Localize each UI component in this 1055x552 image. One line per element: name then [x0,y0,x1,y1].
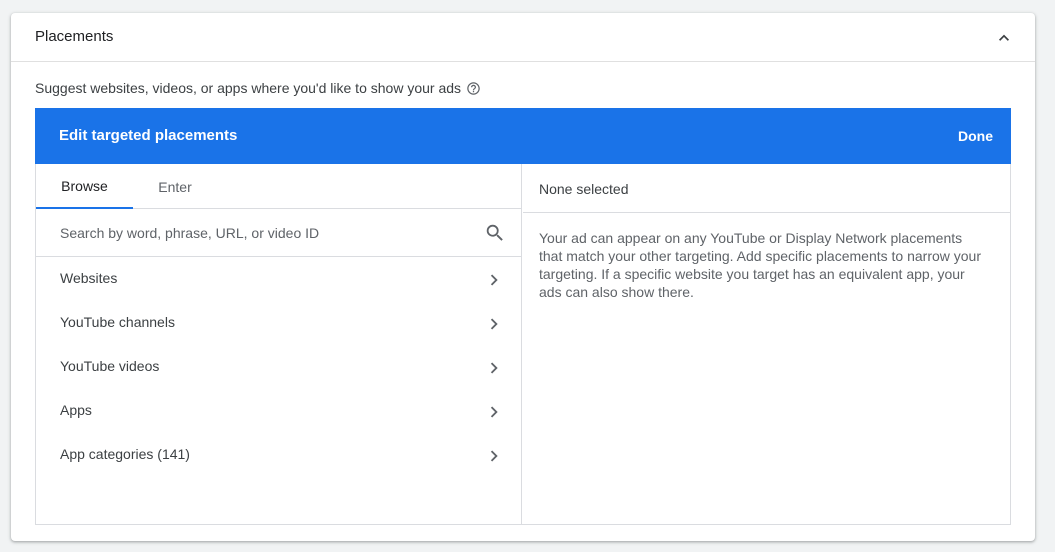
chevron-up-icon [999,34,1009,41]
category-label: YouTube channels [60,314,175,330]
selection-description: Your ad can appear on any YouTube or Dis… [539,230,982,300]
category-label: YouTube videos [60,358,160,374]
help-circle-icon [467,81,480,95]
search-icon[interactable] [484,222,506,244]
tab-browse[interactable]: Browse [36,164,133,209]
chevron-right-icon [490,318,498,330]
category-label: Websites [60,270,118,286]
editor-title: Edit targeted placements [59,127,238,144]
search-input[interactable] [60,209,470,256]
help-button[interactable] [466,81,481,96]
selected-pane: None selected Your ad can appear on any … [523,164,1011,524]
selection-status: None selected [523,164,1011,213]
placements-editor: Edit targeted placements Done Browse Ent… [35,108,1011,525]
suggest-text: Suggest websites, videos, or apps where … [35,80,462,96]
tab-enter[interactable]: Enter [133,164,217,209]
browse-pane: Browse Enter Websites YouTube channels [36,164,522,524]
card-header[interactable]: Placements [11,13,1035,62]
editor-header: Edit targeted placements Done [35,108,1011,164]
card-title: Placements [35,28,114,45]
category-youtube-channels[interactable]: YouTube channels [36,301,521,345]
done-button[interactable]: Done [958,128,993,144]
category-apps[interactable]: Apps [36,389,521,433]
category-app-categories[interactable]: App categories (141) [36,433,521,477]
category-websites[interactable]: Websites [36,257,521,301]
category-youtube-videos[interactable]: YouTube videos [36,345,521,389]
search-row [36,209,521,257]
collapse-button[interactable] [991,25,1017,51]
category-label: App categories (141) [60,446,190,462]
chevron-right-icon [490,274,498,286]
chevron-right-icon [490,406,498,418]
tab-bar: Browse Enter [36,164,521,209]
suggest-text-row: Suggest websites, videos, or apps where … [35,80,481,96]
category-label: Apps [60,402,92,418]
category-list: Websites YouTube channels YouTube videos… [36,257,521,477]
chevron-right-icon [490,362,498,374]
placements-card: Placements Suggest websites, videos, or … [11,13,1035,541]
chevron-right-icon [490,450,498,462]
